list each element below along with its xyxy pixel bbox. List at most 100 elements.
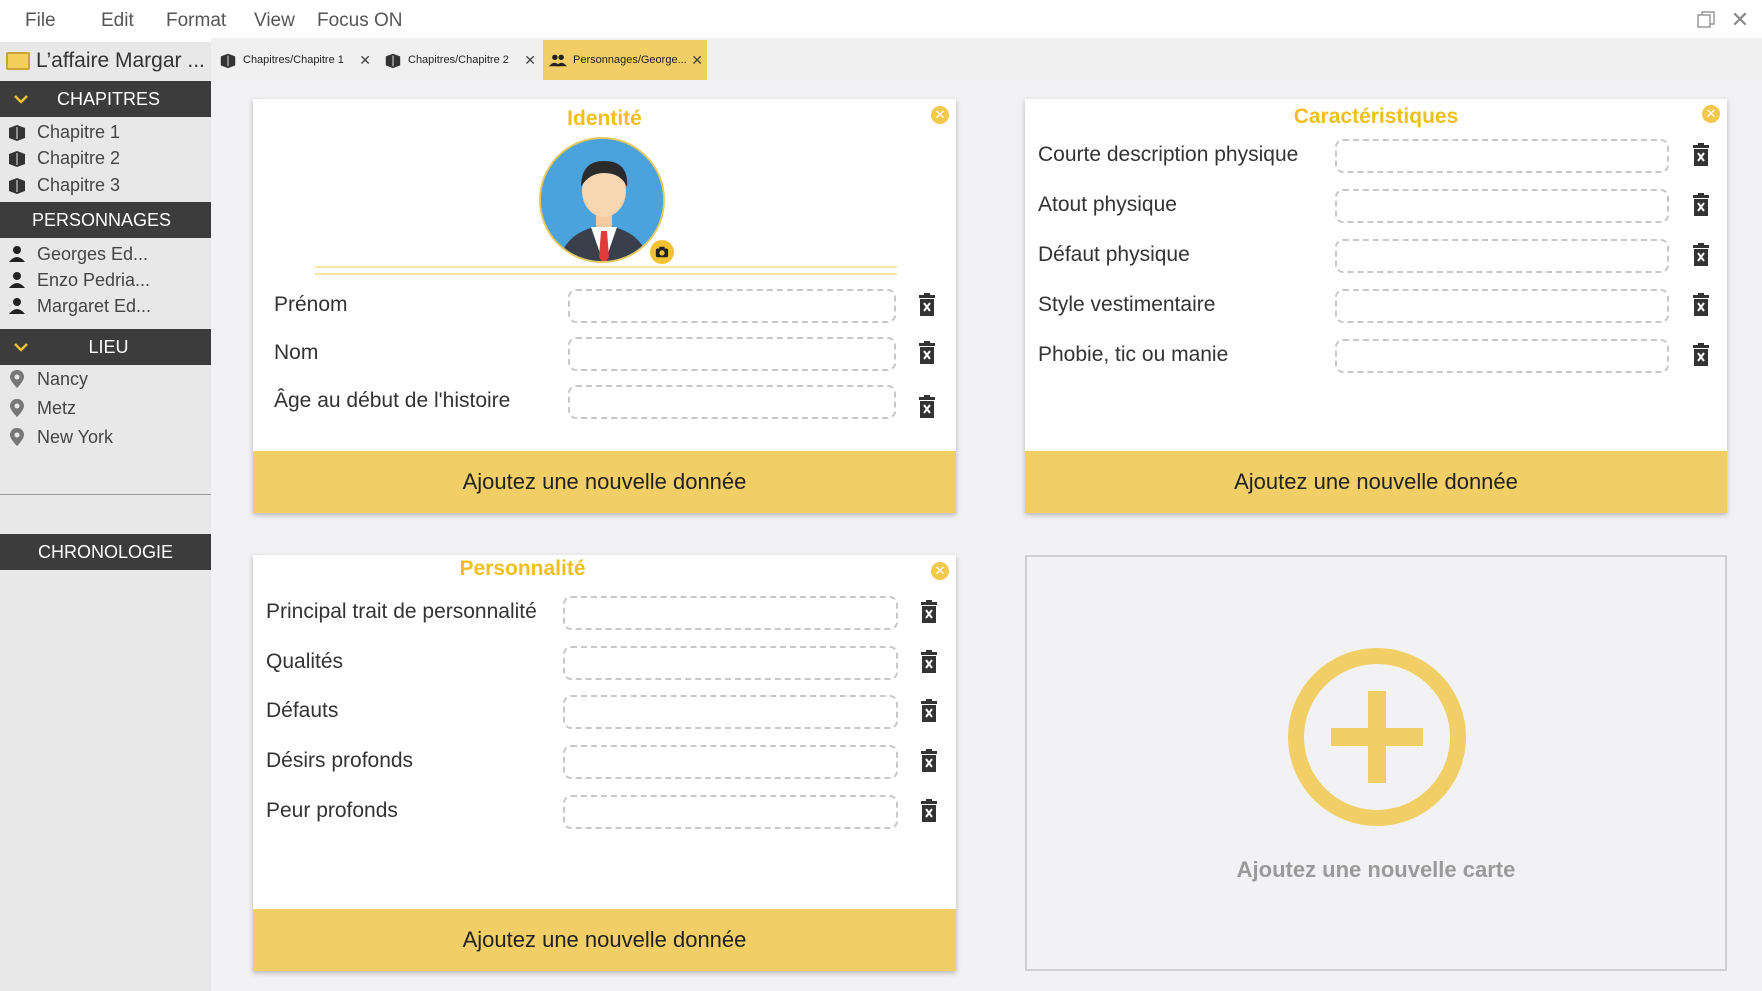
field-label: Style vestimentaire — [1038, 293, 1216, 316]
book-icon — [220, 53, 236, 69]
nom-field[interactable] — [568, 337, 896, 371]
restore-window-icon[interactable] — [1696, 10, 1716, 30]
card-title: Personnalité — [459, 557, 586, 580]
add-data-button[interactable]: Ajoutez une nouvelle donnée — [253, 909, 956, 971]
sidebar-item-nancy[interactable]: Nancy — [0, 364, 211, 394]
qualites-field[interactable] — [563, 646, 898, 680]
avatar[interactable] — [539, 137, 665, 263]
field-row: Atout physique — [1025, 189, 1727, 223]
section-label: LIEU — [88, 336, 129, 357]
menu-format[interactable]: Format — [166, 10, 226, 32]
card-title: Identité — [567, 107, 642, 130]
delete-trash-icon[interactable] — [919, 799, 939, 823]
delete-trash-icon[interactable] — [919, 699, 939, 723]
close-card-icon[interactable]: ✕ — [931, 106, 949, 124]
chevron-down-icon — [14, 95, 28, 104]
field-label: Défaut physique — [1038, 243, 1190, 266]
camera-icon[interactable] — [650, 240, 674, 264]
sidebar-item-label: Chapitre 3 — [37, 174, 121, 195]
project-selector[interactable]: L’affaire Margar ... — [0, 42, 211, 80]
add-data-button[interactable]: Ajoutez une nouvelle donnée — [253, 451, 956, 513]
peur-field[interactable] — [563, 795, 898, 829]
delete-trash-icon[interactable] — [917, 395, 937, 419]
field-row: Qualités — [253, 646, 956, 680]
atout-physique-field[interactable] — [1335, 189, 1669, 223]
desirs-field[interactable] — [563, 745, 898, 779]
tab-chapitre-1[interactable]: Chapitres/Chapitre 1 ✕ — [213, 40, 375, 80]
field-row: Phobie, tic ou manie — [1025, 339, 1727, 373]
sidebar-item-chapitre-3[interactable]: Chapitre 3 — [0, 170, 211, 200]
sidebar-item-chapitre-2[interactable]: Chapitre 2 — [0, 143, 211, 173]
folder-icon — [6, 52, 30, 70]
book-icon — [9, 151, 25, 167]
project-title: L’affaire Margar ... — [36, 49, 205, 72]
map-pin-icon — [10, 370, 24, 388]
sidebar-item-label: Metz — [37, 397, 77, 418]
defaut-physique-field[interactable] — [1335, 239, 1669, 273]
menu-focus[interactable]: Focus ON — [317, 10, 403, 32]
card-caracteristiques: Caractéristiques ✕ Courte description ph… — [1025, 99, 1727, 513]
sidebar-item-label: Enzo Pedria... — [37, 269, 151, 290]
section-chapitres[interactable]: CHAPITRES — [0, 81, 211, 117]
sidebar-item-new-york[interactable]: New York — [0, 422, 211, 452]
delete-trash-icon[interactable] — [919, 749, 939, 773]
people-icon — [549, 54, 567, 67]
sidebar: L’affaire Margar ... CHAPITRES Chapitre … — [0, 42, 211, 991]
field-label: Désirs profonds — [266, 749, 414, 772]
phobie-field[interactable] — [1335, 339, 1669, 373]
divider-line — [315, 273, 897, 275]
field-row: Prénom — [253, 289, 956, 323]
person-icon — [9, 298, 25, 314]
sidebar-item-label: Margaret Ed... — [37, 295, 152, 316]
menu-edit[interactable]: Edit — [101, 10, 134, 32]
delete-trash-icon[interactable] — [919, 600, 939, 624]
close-tab-icon[interactable]: ✕ — [691, 52, 703, 69]
field-row: Nom — [253, 337, 956, 371]
field-label: Qualités — [266, 650, 344, 673]
sidebar-item-label: New York — [37, 426, 114, 447]
card-personnalite: Personnalité ✕ Principal trait de person… — [253, 555, 956, 971]
section-label: PERSONNAGES — [32, 209, 172, 230]
add-card-panel[interactable]: Ajoutez une nouvelle carte — [1025, 555, 1727, 971]
sidebar-item-margaret[interactable]: Margaret Ed... — [0, 291, 211, 321]
close-card-icon[interactable]: ✕ — [1702, 105, 1720, 123]
section-personnages[interactable]: PERSONNAGES — [0, 202, 211, 238]
tab-personnage-georges[interactable]: Personnages/George... ✕ — [543, 40, 707, 80]
delete-trash-icon[interactable] — [919, 650, 939, 674]
section-lieu[interactable]: LIEU — [0, 329, 211, 365]
field-row: Défauts — [253, 695, 956, 729]
menu-view[interactable]: View — [254, 10, 295, 32]
trait-personnalite-field[interactable] — [563, 596, 898, 630]
book-icon — [9, 178, 25, 194]
field-label: Phobie, tic ou manie — [1038, 343, 1229, 366]
close-window-icon[interactable]: ✕ — [1728, 8, 1752, 32]
map-pin-icon — [10, 399, 24, 417]
close-tab-icon[interactable]: ✕ — [359, 52, 371, 69]
delete-trash-icon[interactable] — [1691, 343, 1711, 367]
style-vestimentaire-field[interactable] — [1335, 289, 1669, 323]
description-physique-field[interactable] — [1335, 139, 1669, 173]
avatar-person-icon — [541, 139, 663, 261]
menu-file[interactable]: File — [25, 10, 56, 32]
book-icon — [9, 125, 25, 141]
tab-chapitre-2[interactable]: Chapitres/Chapitre 2 ✕ — [378, 40, 540, 80]
close-card-icon[interactable]: ✕ — [931, 562, 949, 580]
sidebar-item-label: Georges Ed... — [37, 243, 149, 264]
camera-glyph-icon — [655, 246, 669, 258]
delete-trash-icon[interactable] — [917, 341, 937, 365]
field-row: Style vestimentaire — [1025, 289, 1727, 323]
add-data-button[interactable]: Ajoutez une nouvelle donnée — [1025, 451, 1727, 513]
field-row: Peur profonds — [253, 795, 956, 829]
delete-trash-icon[interactable] — [1691, 243, 1711, 267]
delete-trash-icon[interactable] — [1691, 143, 1711, 167]
age-field[interactable] — [568, 385, 896, 419]
close-tab-icon[interactable]: ✕ — [524, 52, 536, 69]
tab-label: Personnages/George... — [573, 54, 687, 66]
defauts-field[interactable] — [563, 695, 898, 729]
prenom-field[interactable] — [568, 289, 896, 323]
delete-trash-icon[interactable] — [917, 293, 937, 317]
sidebar-item-metz[interactable]: Metz — [0, 393, 211, 423]
delete-trash-icon[interactable] — [1691, 293, 1711, 317]
plus-circle-icon[interactable] — [1287, 647, 1467, 827]
delete-trash-icon[interactable] — [1691, 193, 1711, 217]
